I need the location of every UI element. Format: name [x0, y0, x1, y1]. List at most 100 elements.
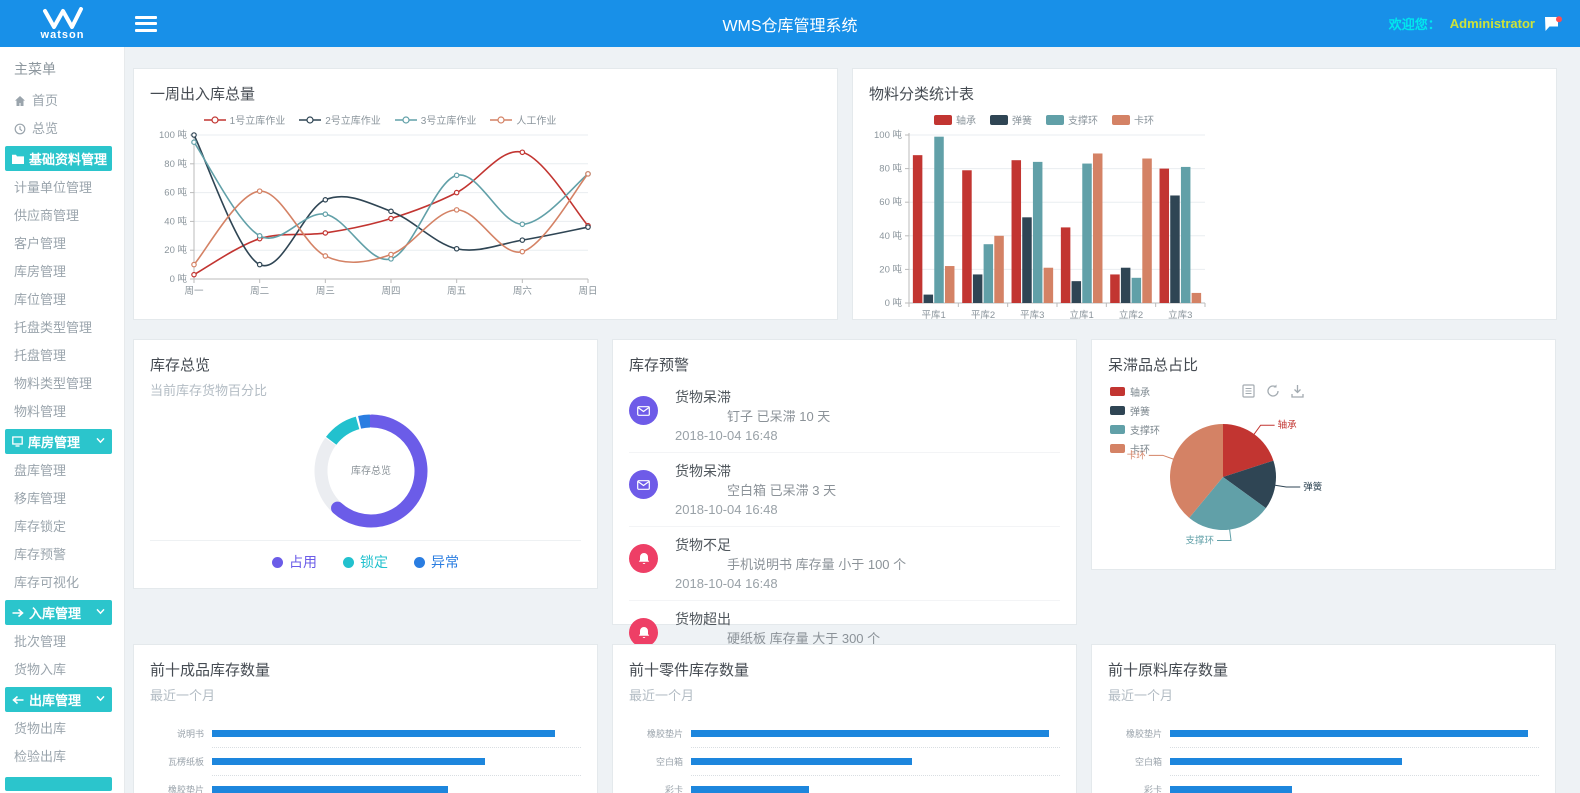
topten-row: 橡胶垫片: [1108, 720, 1539, 747]
top10-finished-card: 前十成品库存数量 最近一个月 说明书瓦楞纸板橡胶垫片空白箱: [133, 644, 598, 793]
sidebar-item-customer-mgmt[interactable]: 客户管理: [0, 230, 124, 258]
sidebar-item-label: 批次管理: [14, 628, 66, 656]
svg-text:20 吨: 20 吨: [164, 244, 187, 256]
top10-raw-card: 前十原料库存数量 最近一个月 橡胶垫片空白箱彩卡说明书: [1091, 644, 1556, 793]
legend-item[interactable]: 轴承: [934, 112, 976, 127]
sidebar-item-unit-mgmt[interactable]: 计量单位管理: [0, 174, 124, 202]
top10-parts-card: 前十零件库存数量 最近一个月 橡胶垫片空白箱彩卡说明书: [612, 644, 1077, 793]
sidebar-item-stocktake-mgmt[interactable]: 盘库管理: [0, 457, 124, 485]
svg-text:100 吨: 100 吨: [874, 129, 902, 141]
svg-text:支撑环: 支撑环: [1186, 534, 1215, 546]
legend-item[interactable]: 支撑环: [1046, 112, 1098, 127]
sidebar-item-inbound-group[interactable]: 入库管理: [5, 600, 112, 625]
svg-text:60 吨: 60 吨: [879, 196, 902, 208]
bell-icon: [629, 544, 658, 573]
stagnant-ratio-card: 呆滞品总占比 轴承弹簧支撑环卡环 轴承弹簧支撑环卡环: [1091, 339, 1556, 570]
bar-label: 橡胶垫片: [629, 727, 683, 740]
sidebar-item-batch-mgmt[interactable]: 批次管理: [0, 628, 124, 656]
message-flag-icon[interactable]: [1544, 16, 1562, 32]
topten-row: 橡胶垫片: [629, 720, 1060, 747]
card-title: 前十成品库存数量: [150, 659, 581, 680]
svg-text:平库3: 平库3: [1020, 309, 1044, 321]
sidebar-item-storeroom-group[interactable]: 库房管理: [5, 429, 112, 454]
legend-item[interactable]: 异常: [414, 552, 459, 572]
sidebar-item-warehouse-mgmt[interactable]: 库房管理: [0, 258, 124, 286]
sidebar-item-goods-outbound[interactable]: 货物出库: [0, 715, 124, 743]
svg-text:周日: 周日: [578, 286, 597, 297]
stock-overview-card: 库存总览 当前库存货物百分比 库存总览 占用锁定异常: [133, 339, 598, 589]
svg-text:立库1: 立库1: [1070, 309, 1094, 321]
legend-item[interactable]: 卡环: [1110, 441, 1160, 456]
sidebar-item-outbound-group[interactable]: 出库管理: [5, 687, 112, 712]
sidebar-item-material-mgmt[interactable]: 物料管理: [0, 398, 124, 426]
legend-item[interactable]: 锁定: [343, 552, 388, 572]
username[interactable]: Administrator: [1450, 16, 1535, 31]
donut-legend: 占用 锁定 异常: [150, 540, 581, 574]
sidebar-item-label: 总览: [32, 115, 58, 143]
sidebar-item-overview[interactable]: 总览: [0, 115, 124, 143]
svg-text:周三: 周三: [316, 286, 335, 297]
svg-text:周二: 周二: [250, 286, 269, 297]
sidebar-item-label: 出库管理: [29, 690, 81, 709]
material-bar-chart: 0 吨20 吨40 吨60 吨80 吨100 吨平库1平库2平库3立库1立库2立…: [869, 127, 1213, 327]
legend-item[interactable]: 支撑环: [1110, 422, 1160, 437]
bar-label: 瓦楞纸板: [150, 755, 204, 768]
alert-item[interactable]: 货物呆滞空白箱 已呆滞 3 天2018-10-04 16:48: [629, 453, 1060, 527]
legend-item[interactable]: 2号立库作业: [299, 112, 381, 127]
svg-text:0 吨: 0 吨: [885, 297, 903, 309]
sidebar-item-stock-lock[interactable]: 库存锁定: [0, 513, 124, 541]
sidebar-item-inspect-outbound[interactable]: 检验出库: [0, 743, 124, 771]
sidebar-item-location-mgmt[interactable]: 库位管理: [0, 286, 124, 314]
topten-row: 彩卡: [629, 776, 1060, 793]
sidebar-item-stock-warning[interactable]: 库存预警: [0, 541, 124, 569]
legend-item[interactable]: 弹簧: [1110, 403, 1160, 418]
sidebar-item-basic-data-mgmt[interactable]: 基础资料管理: [5, 146, 112, 171]
sidebar-item-supplier-mgmt[interactable]: 供应商管理: [0, 202, 124, 230]
bar: [212, 730, 555, 737]
sidebar-item-home[interactable]: 首页: [0, 87, 124, 115]
svg-text:轴承: 轴承: [1278, 419, 1298, 431]
svg-text:0 吨: 0 吨: [170, 273, 188, 285]
legend-item[interactable]: 卡环: [1112, 112, 1154, 127]
alert-time: 2018-10-04 16:48: [675, 574, 1060, 593]
overview-icon: [14, 123, 26, 135]
stock-warning-card: 库存预警 货物呆滞钉子 已呆滞 10 天2018-10-04 16:48货物呆滞…: [612, 339, 1077, 625]
legend-item[interactable]: 1号立库作业: [204, 112, 286, 127]
legend-item[interactable]: 轴承: [1110, 384, 1160, 399]
refresh-icon[interactable]: [1266, 384, 1280, 398]
bar-label: 橡胶垫片: [150, 783, 204, 793]
sidebar-item-label: 物料管理: [14, 398, 66, 426]
legend-item[interactable]: 3号立库作业: [395, 112, 477, 127]
bar-label: 说明书: [150, 727, 204, 740]
main-content: 一周出入库总量 1号立库作业2号立库作业3号立库作业人工作业 0 吨20 吨40…: [125, 47, 1580, 793]
weekly-io-card: 一周出入库总量 1号立库作业2号立库作业3号立库作业人工作业 0 吨20 吨40…: [133, 68, 838, 320]
topten-row: 瓦楞纸板: [150, 748, 581, 775]
sidebar-item-material-type-mgmt[interactable]: 物料类型管理: [0, 370, 124, 398]
legend-item[interactable]: 弹簧: [990, 112, 1032, 127]
sidebar-item-pallet-mgmt[interactable]: 托盘管理: [0, 342, 124, 370]
alert-item[interactable]: 货物呆滞钉子 已呆滞 10 天2018-10-04 16:48: [629, 379, 1060, 453]
card-title: 一周出入库总量: [150, 83, 821, 104]
sidebar-item-label: 货物入库: [14, 656, 66, 684]
legend-item[interactable]: 占用: [272, 552, 317, 572]
download-icon[interactable]: [1291, 384, 1304, 398]
data-view-icon[interactable]: [1242, 384, 1255, 398]
bar: [691, 786, 809, 793]
sidebar: 主菜单 首页总览基础资料管理计量单位管理供应商管理客户管理库房管理库位管理托盘类…: [0, 47, 125, 793]
svg-text:周四: 周四: [381, 286, 400, 297]
sidebar-item-label: 库房管理: [14, 258, 66, 286]
bell-icon: [629, 618, 658, 647]
bar: [212, 786, 448, 793]
legend-item[interactable]: 人工作业: [490, 112, 556, 127]
sidebar-item-label: 库存预警: [14, 541, 66, 569]
sidebar-item-goods-inbound[interactable]: 货物入库: [0, 656, 124, 684]
alert-time: 2018-10-04 16:48: [675, 426, 1060, 445]
sidebar-item-partial-group[interactable]: [5, 777, 112, 791]
alert-list: 货物呆滞钉子 已呆滞 10 天2018-10-04 16:48货物呆滞空白箱 已…: [629, 379, 1060, 674]
bar: [1170, 758, 1402, 765]
alert-item[interactable]: 货物不足手机说明书 库存量 小于 100 个2018-10-04 16:48: [629, 527, 1060, 601]
sidebar-section-header: 主菜单: [0, 47, 124, 87]
sidebar-item-pallet-type-mgmt[interactable]: 托盘类型管理: [0, 314, 124, 342]
sidebar-item-stock-visual[interactable]: 库存可视化: [0, 569, 124, 597]
sidebar-item-move-mgmt[interactable]: 移库管理: [0, 485, 124, 513]
